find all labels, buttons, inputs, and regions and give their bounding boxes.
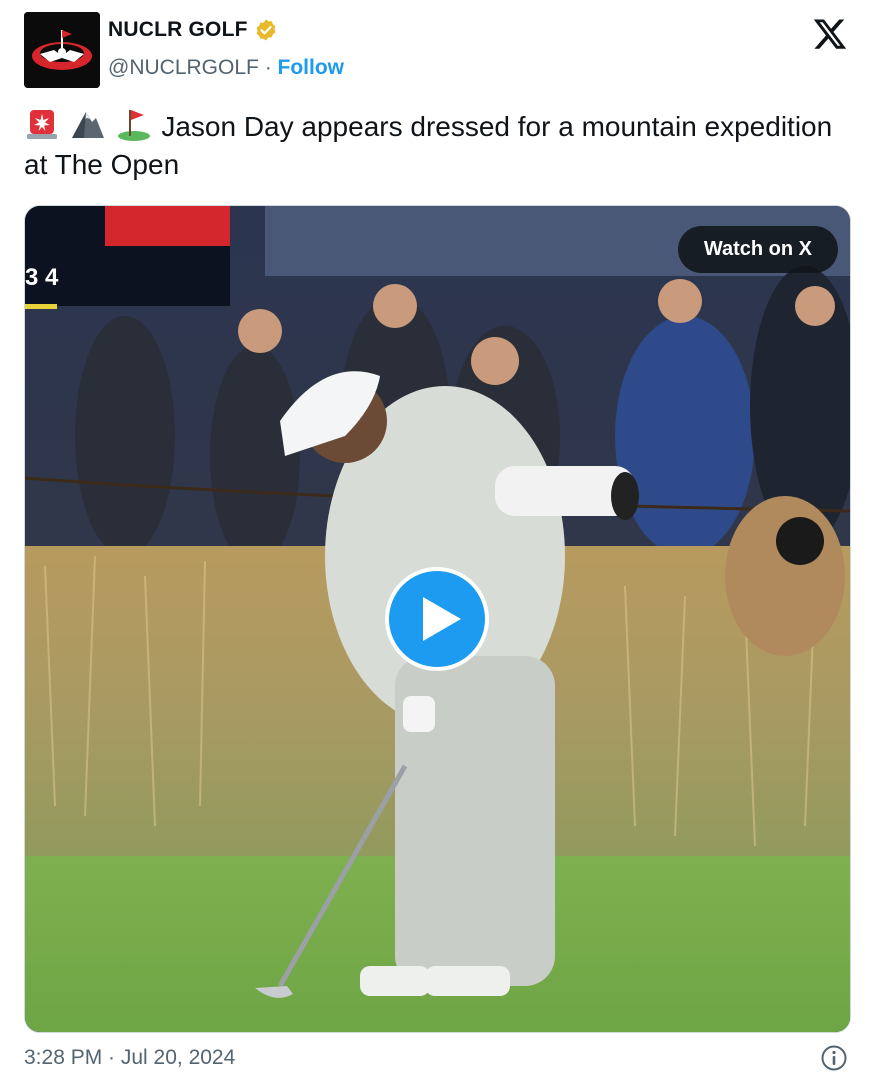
verified-badge-icon — [256, 19, 276, 41]
handle-row: @NUCLRGOLF · Follow — [108, 56, 344, 80]
police-light-emoji — [27, 110, 57, 139]
author-handle[interactable]: @NUCLRGOLF — [108, 56, 259, 79]
avatar[interactable] — [24, 12, 100, 88]
info-icon[interactable] — [820, 1044, 848, 1072]
play-button[interactable] — [385, 567, 489, 671]
nuclr-logo-icon — [24, 12, 100, 88]
video-player[interactable]: 3 4 Watch on X — [24, 205, 851, 1033]
play-icon — [423, 597, 461, 641]
x-logo-icon[interactable] — [812, 16, 848, 52]
handle-separator: · — [264, 56, 272, 79]
mountain-emoji — [71, 112, 104, 138]
tweet-text: Jason Day appears dressed for a mountain… — [24, 106, 844, 184]
tweet-footer: 3:28 PM · Jul 20, 2024 — [24, 1044, 854, 1072]
watch-on-x-button[interactable]: Watch on X — [677, 226, 838, 273]
golf-flag-emoji — [117, 110, 150, 141]
follow-button[interactable]: Follow — [278, 56, 345, 79]
author-name[interactable]: NUCLR GOLF — [108, 18, 248, 42]
scoreboard-overlay: 3 4 — [25, 264, 59, 291]
tweet-timestamp[interactable]: 3:28 PM · Jul 20, 2024 — [24, 1046, 235, 1069]
tweet-header: NUCLR GOLF @NUCLRGOLF · Follow — [24, 12, 852, 92]
author-block: NUCLR GOLF @NUCLRGOLF · Follow — [108, 18, 344, 80]
